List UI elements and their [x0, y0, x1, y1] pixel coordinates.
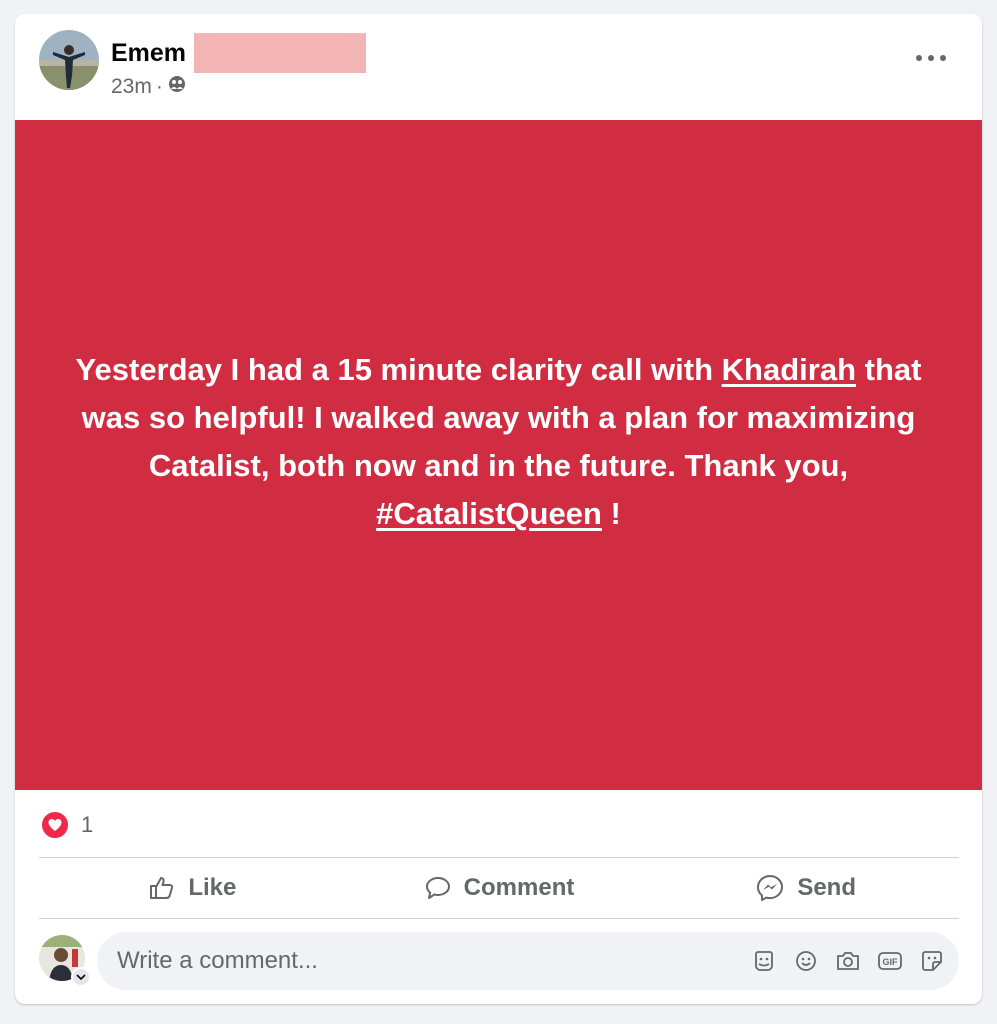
send-label: Send	[797, 874, 857, 901]
like-label: Like	[188, 874, 237, 901]
sticker-icon[interactable]	[917, 946, 947, 976]
comment-button[interactable]: Comment	[346, 859, 653, 917]
more-dot	[916, 55, 922, 61]
gif-icon[interactable]: GIF	[875, 946, 905, 976]
post-text-background: Yesterday I had a 15 minute clarity call…	[15, 120, 982, 790]
reaction-count: 1	[81, 812, 94, 837]
action-bar: Like Comment Send	[39, 859, 959, 917]
mention-link[interactable]: Khadirah	[722, 352, 856, 387]
author-name-row: Emem	[111, 33, 367, 73]
reactions-summary[interactable]: 1	[41, 811, 94, 839]
svg-text:GIF: GIF	[883, 957, 899, 967]
divider	[39, 857, 959, 858]
author-name[interactable]: Emem	[111, 39, 186, 68]
meta-separator: ·	[155, 75, 163, 98]
post-text-part3: !	[601, 496, 621, 531]
more-dot	[940, 55, 946, 61]
post-text-part1: Yesterday I had a 15 minute clarity call…	[75, 352, 722, 387]
post-timestamp[interactable]: 23m	[111, 75, 152, 99]
friends-icon[interactable]	[167, 74, 187, 100]
comment-label: Comment	[463, 874, 575, 901]
like-icon	[150, 877, 174, 899]
post-header: Emem 23m ·	[15, 14, 982, 120]
avatar-sticker-icon[interactable]	[749, 946, 779, 976]
love-icon	[41, 811, 69, 839]
author-avatar[interactable]	[39, 30, 99, 90]
comment-icon	[425, 877, 450, 899]
divider	[39, 918, 959, 919]
comment-input-container: GIF	[97, 932, 959, 990]
like-button[interactable]: Like	[39, 859, 346, 917]
chevron-down-icon[interactable]	[71, 967, 91, 987]
more-dot	[928, 55, 934, 61]
messenger-icon	[757, 875, 784, 901]
comment-input[interactable]	[115, 946, 719, 976]
post-text: Yesterday I had a 15 minute clarity call…	[49, 346, 949, 538]
post-meta: 23m ·	[111, 74, 187, 100]
post-card: Emem 23m · Yesterday I had a 15 minute c…	[15, 14, 982, 1004]
hashtag-link[interactable]: #CatalistQueen	[376, 496, 602, 531]
redacted-surname	[194, 33, 367, 73]
comment-tools: GIF	[737, 946, 947, 976]
camera-icon[interactable]	[833, 946, 863, 976]
comment-composer: GIF	[39, 932, 959, 992]
more-options-button[interactable]	[916, 48, 946, 68]
send-button[interactable]: Send	[652, 859, 959, 917]
emoji-icon[interactable]	[791, 946, 821, 976]
